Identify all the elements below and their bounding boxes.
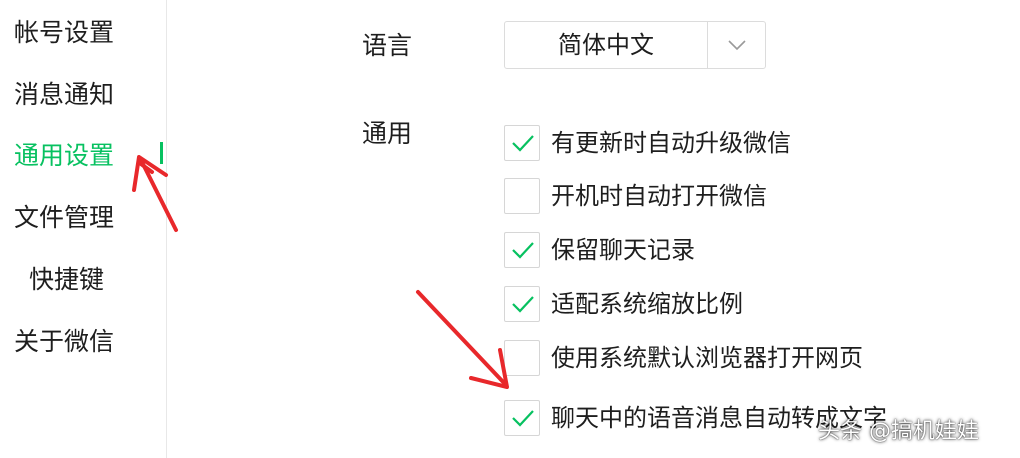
checkbox-auto-launch[interactable] <box>504 178 540 214</box>
check-icon <box>512 135 534 152</box>
checkbox-keep-history[interactable] <box>504 232 540 268</box>
sidebar-item-notifications[interactable]: 消息通知 <box>14 75 114 115</box>
sidebar-item-about[interactable]: 关于微信 <box>14 322 114 362</box>
settings-window: 帐号设置 消息通知 通用设置 文件管理 快捷键 关于微信 语言 简体中文 通用 … <box>0 0 1020 458</box>
check-icon <box>512 410 534 427</box>
chevron-down-icon[interactable] <box>726 35 748 55</box>
checkbox-auto-update[interactable] <box>504 125 540 161</box>
language-select[interactable]: 简体中文 <box>504 21 766 69</box>
general-label: 通用 <box>362 119 413 148</box>
language-select-value: 简体中文 <box>558 31 654 59</box>
watermark: 头条 @搞机娃娃 <box>818 419 979 444</box>
option-auto-update-label: 有更新时自动升级微信 <box>551 129 791 157</box>
option-default-browser-label: 使用系统默认浏览器打开网页 <box>551 344 863 372</box>
settings-sidebar: 帐号设置 消息通知 通用设置 文件管理 快捷键 关于微信 <box>0 0 167 458</box>
checkbox-system-scaling[interactable] <box>504 286 540 322</box>
arrow-icon-voice-to-text <box>416 290 509 389</box>
language-select-divider <box>707 22 708 68</box>
sidebar-item-general[interactable]: 通用设置 <box>14 136 114 176</box>
checkbox-default-browser[interactable] <box>504 340 540 376</box>
check-icon <box>512 242 534 259</box>
check-icon <box>512 296 534 313</box>
sidebar-item-files[interactable]: 文件管理 <box>14 198 114 238</box>
sidebar-item-account[interactable]: 帐号设置 <box>14 13 114 53</box>
active-indicator <box>160 142 163 164</box>
sidebar-item-shortcuts[interactable]: 快捷键 <box>29 260 104 300</box>
checkbox-voice-to-text[interactable] <box>504 400 540 436</box>
option-keep-history-label: 保留聊天记录 <box>551 236 695 264</box>
option-auto-launch-label: 开机时自动打开微信 <box>551 182 767 210</box>
language-label: 语言 <box>362 31 413 60</box>
option-system-scaling-label: 适配系统缩放比例 <box>551 290 743 318</box>
